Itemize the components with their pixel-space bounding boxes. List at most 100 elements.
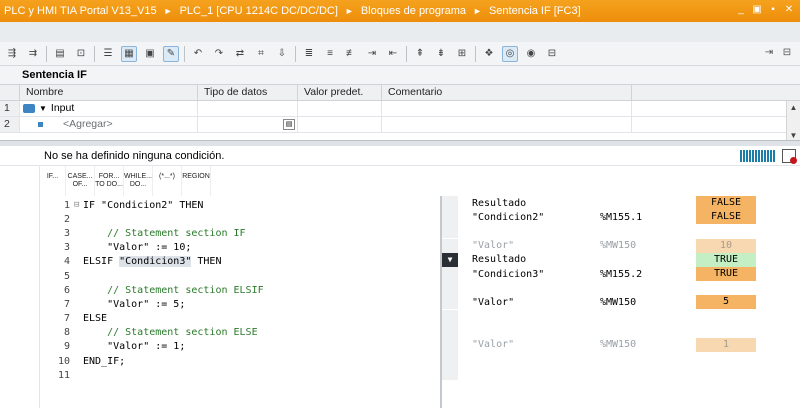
expand-detail-icon[interactable]: [442, 252, 458, 267]
code-line[interactable]: 7 "Valor" := 5;: [56, 297, 438, 311]
code-line[interactable]: 5: [56, 269, 438, 283]
monitor-name: Resultado: [472, 197, 527, 209]
default-cell[interactable]: [298, 101, 382, 116]
monitor-address: %MW150: [600, 339, 637, 351]
settings-icon[interactable]: ⊟: [780, 46, 794, 60]
code-text: IF "Condicion2" THEN: [83, 199, 204, 211]
close-icon[interactable]: ✕: [784, 4, 794, 16]
chevron-right-icon: ►: [473, 6, 482, 16]
lock-icon[interactable]: ⊡: [73, 46, 89, 62]
code-line[interactable]: 2: [56, 212, 438, 226]
minimize-icon[interactable]: _: [736, 4, 746, 16]
breadcrumb-block[interactable]: Sentencia IF [FC3]: [489, 5, 581, 17]
uncomment-icon[interactable]: ≢: [343, 46, 359, 62]
interface-section-icon: [23, 104, 35, 113]
line-number: 4: [63, 256, 70, 268]
dropdown-icon[interactable]: ▤: [283, 119, 295, 130]
table-row[interactable]: 1 ▼ Input: [0, 101, 800, 117]
monitor-row: [442, 309, 800, 324]
column-header-name[interactable]: Nombre: [20, 85, 198, 100]
row-number: 1: [0, 101, 20, 116]
name-cell[interactable]: ▼ Input: [20, 101, 198, 116]
restore-icon[interactable]: ▣: [752, 4, 762, 16]
toolbar-divider: [406, 45, 407, 62]
expand-icon[interactable]: ⊞: [454, 46, 470, 62]
code-line[interactable]: 4 ELSIF "Condicion3" THEN: [56, 255, 438, 269]
watch-icon[interactable]: ⊟: [544, 46, 560, 62]
monitor-row: [442, 366, 800, 381]
comment-icon[interactable]: ≡: [322, 46, 338, 62]
list-detail-icon[interactable]: ≣: [301, 46, 317, 62]
list-icon[interactable]: ☰: [100, 46, 116, 62]
outdent-icon[interactable]: ⇤: [385, 46, 401, 62]
monitor-row: "Condicion2" %M155.1 FALSE: [442, 210, 800, 225]
name-cell[interactable]: <Agregar>: [20, 117, 198, 132]
arrow-icon[interactable]: ⇥: [762, 46, 776, 60]
monitor-address: %MW150: [600, 240, 637, 252]
breadcrumb-project[interactable]: PLC y HMI TIA Portal V13_V15: [4, 5, 157, 17]
indent-icon[interactable]: ⇥: [364, 46, 380, 62]
column-header-type[interactable]: Tipo de datos: [198, 85, 298, 100]
line-number: 6: [63, 284, 70, 296]
code-line[interactable]: 11: [56, 368, 438, 382]
fold-toggle-icon[interactable]: ⊟: [74, 200, 83, 210]
insert-row-icon[interactable]: ⇶: [4, 46, 20, 62]
code-line[interactable]: 10 END_IF;: [56, 354, 438, 368]
instruction-case[interactable]: CASE... OF...: [66, 166, 95, 196]
load-icon[interactable]: ▣: [142, 46, 158, 62]
monitor-gutter: [442, 210, 458, 225]
breadcrumb-program-blocks[interactable]: Bloques de programa: [361, 5, 466, 17]
scroll-up-icon[interactable]: ▲: [787, 101, 800, 115]
bookmark-icon[interactable]: ❖: [481, 46, 497, 62]
status-icons: [740, 149, 797, 164]
comment-cell[interactable]: [382, 101, 632, 116]
instruction-if[interactable]: IF...: [40, 166, 66, 196]
interface-header: Nombre Tipo de datos Valor predet. Comen…: [0, 85, 800, 101]
goto-icon[interactable]: ⇞: [412, 46, 428, 62]
instruction-for[interactable]: FOR... TO DO...: [95, 166, 124, 196]
type-cell[interactable]: ▤: [198, 117, 298, 132]
code-line[interactable]: 3 // Statement section IF: [56, 226, 438, 240]
add-row-icon[interactable]: ⇉: [25, 46, 41, 62]
default-cell[interactable]: [298, 117, 382, 132]
undo-icon[interactable]: ↶: [190, 46, 206, 62]
add-placeholder[interactable]: <Agregar>: [63, 117, 113, 132]
code-editor[interactable]: 1 ⊟ IF "Condicion2" THEN 2 3 // Statement se…: [56, 198, 438, 408]
column-header-comment[interactable]: Comentario: [382, 85, 632, 100]
monitor-row: Resultado TRUE: [442, 252, 800, 267]
comment-cell[interactable]: [382, 117, 632, 132]
edit-icon[interactable]: ✎: [163, 45, 179, 62]
code-line[interactable]: 9 "Valor" := 1;: [56, 340, 438, 354]
monitoring-on-icon[interactable]: ◎: [502, 45, 518, 62]
code-line[interactable]: 8 // Statement section ELSE: [56, 326, 438, 340]
code-line[interactable]: 7 ELSE: [56, 312, 438, 326]
redo-icon[interactable]: ↷: [211, 46, 227, 62]
monitoring-off-icon[interactable]: ◉: [523, 46, 539, 62]
breadcrumb-plc[interactable]: PLC_1 [CPU 1214C DC/DC/DC]: [180, 5, 338, 17]
float-icon[interactable]: ▪: [768, 4, 778, 16]
breakpoint-flag-icon[interactable]: [782, 149, 797, 164]
code-line[interactable]: 1 ⊟ IF "Condicion2" THEN: [56, 198, 438, 212]
instruction-while[interactable]: WHILE... DO...: [124, 166, 153, 196]
instruction-comment[interactable]: (*...*): [153, 166, 182, 196]
header-spacer: [632, 85, 800, 100]
table-view-icon[interactable]: ▦: [121, 45, 137, 62]
collapse-icon[interactable]: ▼: [39, 101, 47, 116]
compare-icon[interactable]: ⇄: [232, 46, 248, 62]
toolbar-divider: [475, 45, 476, 62]
editor-status-bar: No se ha definido ninguna condición.: [0, 146, 800, 166]
table-row[interactable]: 2 <Agregar> ▤: [0, 117, 800, 133]
code-line[interactable]: 6 // Statement section ELSIF: [56, 283, 438, 297]
monitor-row: Resultado FALSE: [442, 196, 800, 211]
block-interface-icon[interactable]: ▤: [52, 46, 68, 62]
column-header-default[interactable]: Valor predet.: [298, 85, 382, 100]
type-cell[interactable]: [198, 101, 298, 116]
code-line[interactable]: 3 "Valor" := 10;: [56, 241, 438, 255]
monitor-gutter: [442, 323, 458, 338]
monitor-icon[interactable]: ⇟: [433, 46, 449, 62]
instruction-region[interactable]: REGION: [182, 166, 211, 196]
signal-bars-icon: [740, 150, 776, 162]
insert-call-icon[interactable]: ⇩: [274, 46, 290, 62]
network-icon[interactable]: ⌗: [253, 46, 269, 62]
monitor-gutter: [442, 267, 458, 282]
